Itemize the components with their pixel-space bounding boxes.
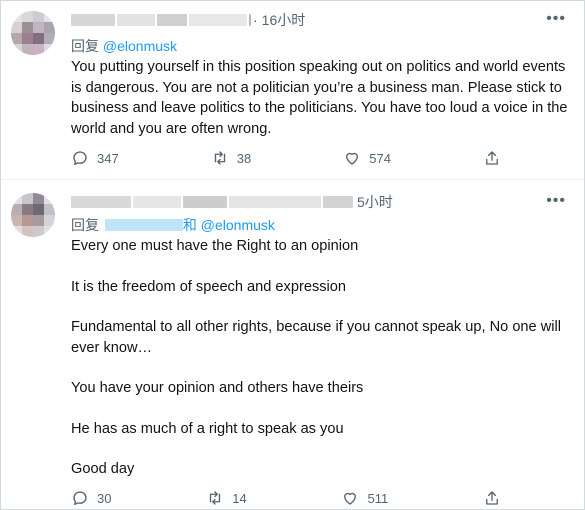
retweet-button[interactable]: 14 <box>206 489 247 507</box>
tweet-header: · 16小时 <box>71 10 305 30</box>
share-button[interactable] <box>483 149 501 167</box>
reply-mention-link[interactable]: @elonmusk <box>103 38 177 54</box>
more-icon[interactable]: ••• <box>546 10 566 28</box>
reply-icon <box>73 491 87 506</box>
avatar[interactable] <box>11 193 55 237</box>
tweet-paragraph: Every one must have the Right to an opin… <box>71 238 359 254</box>
retweet-icon <box>210 491 221 505</box>
display-name[interactable] <box>71 196 131 208</box>
user-handle[interactable] <box>229 196 321 208</box>
retweet-count: 14 <box>232 490 247 506</box>
user-handle[interactable] <box>189 14 247 26</box>
like-count: 574 <box>369 150 391 166</box>
more-icon[interactable]: ••• <box>546 192 566 210</box>
tweet-paragraph: You have your opinion and others have th… <box>71 380 364 396</box>
like-button[interactable]: 511 <box>341 489 388 507</box>
retweet-button[interactable]: 38 <box>211 149 251 167</box>
reply-button[interactable]: 347 <box>71 149 119 167</box>
heart-icon <box>344 492 357 505</box>
display-name[interactable] <box>71 14 115 26</box>
timeline: · 16小时 ••• 回复 @elonmusk You putting your… <box>0 0 585 510</box>
tweet-paragraph: Good day <box>71 461 135 477</box>
reply-context: 回复 @elonmusk <box>71 36 177 56</box>
tweet-paragraph: He has as much of a right to speak as yo… <box>71 420 344 437</box>
reply-prefix: 回复 <box>71 217 99 233</box>
reply-mention-link[interactable]: @elonmusk <box>201 217 275 233</box>
tweet-paragraph: You putting yourself in this position sp… <box>71 59 568 137</box>
reply-joiner: 和 <box>182 217 197 233</box>
share-icon <box>486 151 498 165</box>
like-button[interactable]: 574 <box>343 149 391 167</box>
reply-count: 30 <box>97 490 112 506</box>
action-bar: 30 14 511 <box>71 489 501 507</box>
share-icon <box>486 491 498 505</box>
like-count: 511 <box>367 490 389 506</box>
avatar[interactable] <box>11 11 55 55</box>
retweet-count: 38 <box>236 150 252 166</box>
reply-context: 回复 和 @elonmusk <box>71 215 275 235</box>
tweet-paragraph: Fundamental to all other rights, because… <box>71 319 561 356</box>
reply-user-link[interactable] <box>104 219 183 231</box>
share-button[interactable] <box>483 489 501 507</box>
tweet-header: 5小时 <box>71 192 393 212</box>
tweet-paragraph: It is the freedom of speech and expressi… <box>71 278 347 295</box>
reply-button[interactable]: 30 <box>71 489 111 507</box>
reply-prefix: 回复 <box>71 38 99 54</box>
timestamp[interactable]: 5小时 <box>357 192 393 212</box>
tweet-text: Every one must have the Right to an opin… <box>71 236 571 480</box>
timestamp[interactable]: 16小时 <box>262 10 306 30</box>
separator-dot: · <box>253 12 258 28</box>
tweet-text: You putting yourself in this position sp… <box>71 57 571 139</box>
tweet-1[interactable]: · 16小时 ••• 回复 @elonmusk You putting your… <box>1 1 584 180</box>
heart-icon <box>346 152 359 165</box>
retweet-icon <box>214 151 225 165</box>
action-bar: 347 38 574 <box>71 149 501 167</box>
reply-count: 347 <box>97 150 119 166</box>
reply-icon <box>73 151 87 166</box>
